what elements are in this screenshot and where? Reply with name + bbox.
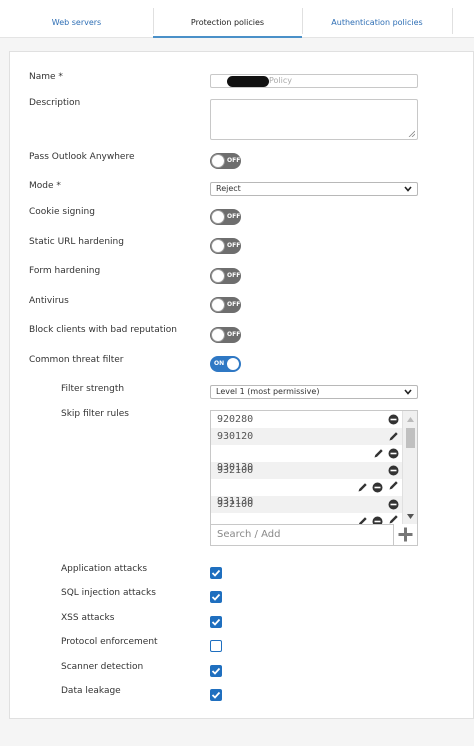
list-item[interactable]: 920280: [211, 411, 403, 428]
application-attacks-checkbox[interactable]: [210, 567, 222, 579]
rule-id: 920280: [217, 414, 254, 425]
check-icon: [211, 667, 221, 675]
data-leakage-checkbox[interactable]: [210, 689, 222, 701]
pencil-icon[interactable]: [357, 516, 368, 524]
plus-icon[interactable]: [397, 526, 414, 543]
toggle-knob: [211, 298, 225, 312]
pass-outlook-toggle[interactable]: OFF: [210, 153, 241, 169]
data-leakage-label: Data leakage: [61, 686, 121, 696]
list-item[interactable]: 932100 930130: [211, 462, 403, 479]
name-label: Name *: [29, 72, 63, 82]
protocol-enforcement-label: Protocol enforcement: [61, 637, 158, 647]
remove-icon[interactable]: [372, 482, 383, 493]
common-threat-label: Common threat filter: [29, 355, 124, 365]
rule-id-overlap: 930130: [217, 462, 254, 473]
pencil-icon[interactable]: [388, 431, 399, 442]
pencil-icon[interactable]: [373, 448, 384, 459]
scrollbar-thumb[interactable]: [406, 428, 415, 448]
toggle-knob: [211, 154, 225, 168]
remove-icon[interactable]: [388, 465, 399, 476]
filter-strength-value: Level 1 (most permissive): [216, 387, 320, 396]
list-item[interactable]: [211, 445, 403, 462]
list-item[interactable]: [211, 479, 403, 496]
check-icon: [211, 691, 221, 699]
antivirus-label: Antivirus: [29, 296, 69, 306]
sql-injection-checkbox[interactable]: [210, 591, 222, 603]
rule-id: 930120: [217, 431, 254, 442]
block-clients-label: Block clients with bad reputation: [29, 325, 177, 335]
form-hardening-toggle[interactable]: OFF: [210, 268, 241, 284]
description-label: Description: [29, 98, 81, 108]
skip-filter-rules-label: Skip filter rules: [61, 409, 129, 419]
check-icon: [211, 569, 221, 577]
toggle-knob: [211, 328, 225, 342]
redacted-text: [227, 76, 269, 87]
protocol-enforcement-checkbox[interactable]: [210, 640, 222, 652]
search-add-input[interactable]: Search / Add: [211, 524, 394, 545]
resize-grip-icon[interactable]: [408, 130, 415, 137]
rule-id-overlap: 931130: [217, 496, 254, 507]
sql-injection-label: SQL injection attacks: [61, 588, 156, 598]
scrollbar[interactable]: [402, 411, 417, 524]
remove-icon[interactable]: [372, 516, 383, 524]
chevron-down-icon: [404, 186, 412, 192]
tab-bar: Web servers Protection policies Authenti…: [0, 0, 474, 38]
remove-icon[interactable]: [388, 414, 399, 425]
application-attacks-label: Application attacks: [61, 564, 148, 574]
toggle-state: OFF: [227, 242, 241, 249]
toggle-state: ON: [214, 360, 225, 367]
list-item[interactable]: 932100 931130: [211, 496, 403, 513]
toggle-knob: [211, 239, 225, 253]
block-clients-toggle[interactable]: OFF: [210, 327, 241, 343]
remove-icon[interactable]: [388, 499, 399, 510]
mode-select[interactable]: Reject: [210, 182, 418, 196]
pencil-icon[interactable]: [357, 482, 368, 493]
mode-value: Reject: [216, 184, 241, 193]
chevron-down-icon: [404, 389, 412, 395]
tab-authentication-policies[interactable]: Authentication policies: [302, 0, 452, 38]
toggle-knob: [211, 269, 225, 283]
scanner-detection-label: Scanner detection: [61, 662, 144, 672]
common-threat-toggle[interactable]: ON: [210, 356, 241, 372]
toggle-state: OFF: [227, 331, 241, 338]
name-input-value: Policy: [269, 76, 293, 85]
form-hardening-label: Form hardening: [29, 266, 101, 276]
scroll-down-icon[interactable]: [407, 514, 414, 519]
tab-protection-policies[interactable]: Protection policies: [153, 0, 302, 38]
toggle-state: OFF: [227, 213, 241, 220]
cookie-signing-toggle[interactable]: OFF: [210, 209, 241, 225]
check-icon: [211, 618, 221, 626]
list-item[interactable]: [211, 513, 403, 524]
description-textarea[interactable]: [210, 99, 418, 140]
check-icon: [211, 593, 221, 601]
toggle-knob: [226, 357, 240, 371]
toggle-knob: [211, 210, 225, 224]
scroll-up-icon[interactable]: [407, 417, 414, 422]
antivirus-toggle[interactable]: OFF: [210, 297, 241, 313]
mode-label: Mode *: [29, 181, 61, 191]
filter-strength-label: Filter strength: [61, 384, 125, 394]
static-url-toggle[interactable]: OFF: [210, 238, 241, 254]
name-input[interactable]: Policy: [210, 74, 418, 88]
pencil-icon[interactable]: [388, 480, 399, 491]
remove-icon[interactable]: [388, 448, 399, 459]
tab-divider: [452, 8, 453, 34]
filter-strength-select[interactable]: Level 1 (most permissive): [210, 385, 418, 399]
scanner-detection-checkbox[interactable]: [210, 665, 222, 677]
list-item[interactable]: 930120: [211, 428, 403, 445]
skip-rules-list: 920280 930120 932100 930130 932100 93113…: [211, 411, 403, 524]
skip-filter-rules-box: 920280 930120 932100 930130 932100 93113…: [210, 410, 418, 546]
cookie-signing-label: Cookie signing: [29, 207, 95, 217]
pencil-icon[interactable]: [388, 514, 399, 524]
xss-attacks-label: XSS attacks: [61, 613, 115, 623]
toggle-state: OFF: [227, 272, 241, 279]
toggle-state: OFF: [227, 157, 241, 164]
toggle-state: OFF: [227, 301, 241, 308]
tab-web-servers[interactable]: Web servers: [0, 0, 153, 38]
static-url-label: Static URL hardening: [29, 237, 124, 247]
xss-attacks-checkbox[interactable]: [210, 616, 222, 628]
pass-outlook-label: Pass Outlook Anywhere: [29, 152, 135, 162]
